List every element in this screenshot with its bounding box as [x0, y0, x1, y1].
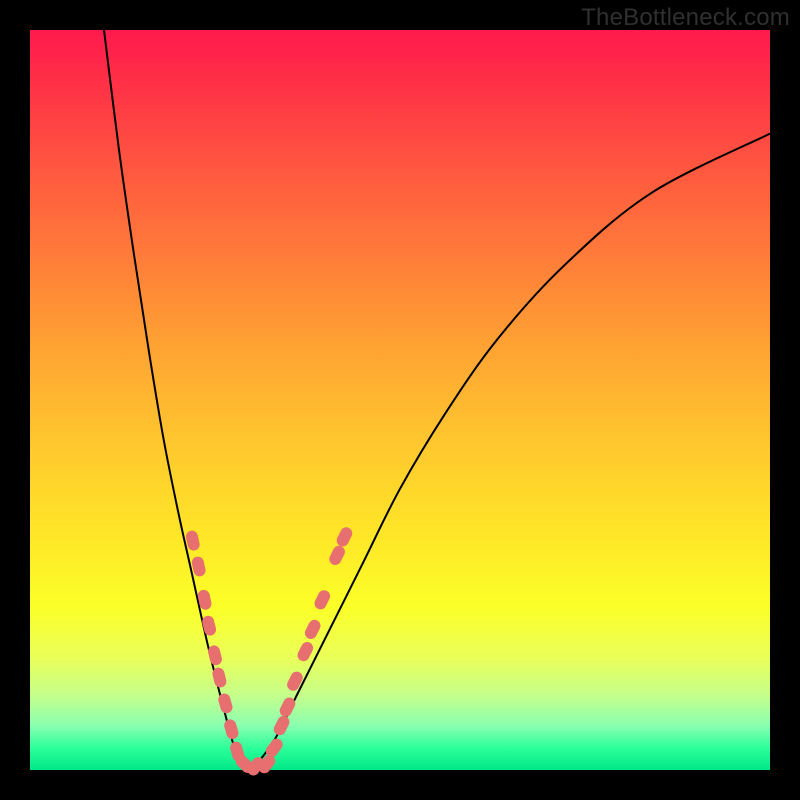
data-marker — [295, 640, 315, 663]
data-marker — [303, 618, 323, 641]
data-marker — [191, 555, 207, 577]
plot-area — [30, 30, 770, 770]
data-marker — [335, 525, 355, 548]
data-marker — [327, 544, 347, 567]
chart-frame: TheBottleneck.com — [0, 0, 800, 800]
data-marker — [223, 718, 240, 741]
marker-group — [185, 525, 355, 778]
data-marker — [312, 588, 332, 611]
curve-left-branch — [104, 30, 252, 770]
data-marker — [201, 615, 217, 637]
data-marker — [272, 714, 292, 737]
chart-svg — [30, 30, 770, 770]
curve-right-branch — [252, 134, 770, 770]
data-marker — [285, 670, 305, 693]
watermark-text: TheBottleneck.com — [581, 4, 790, 32]
